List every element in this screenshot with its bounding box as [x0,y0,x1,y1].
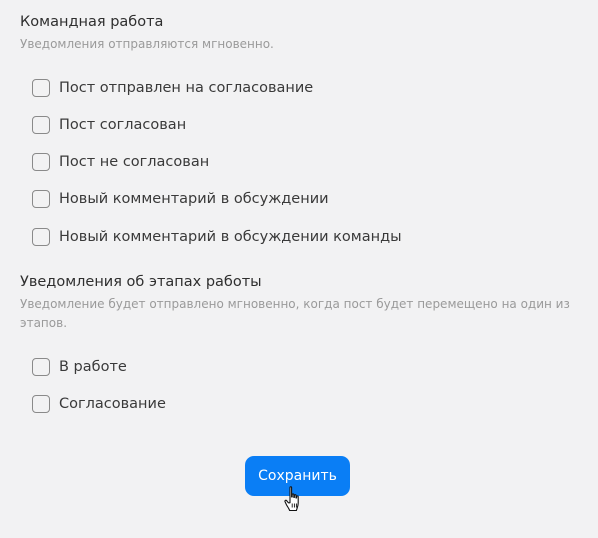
checkbox[interactable] [32,153,50,171]
option-label: Пост согласован [59,117,187,133]
hand-pointer-cursor-icon [284,486,299,512]
checkbox[interactable] [32,79,50,97]
option-post-sent-for-approval[interactable]: Пост отправлен на согласование [32,78,313,98]
option-label: Новый комментарий в обсуждении команды [59,229,402,245]
option-label: Пост не согласован [59,154,210,170]
option-new-team-comment[interactable]: Новый комментарий в обсуждении команды [32,227,402,247]
stages-section-subtitle: Уведомление будет отправлено мгновенно, … [20,297,570,330]
stages-section-title: Уведомления об этапах работы [20,274,262,290]
option-label: Согласование [59,396,166,412]
option-stage-in-progress[interactable]: В работе [32,357,127,377]
checkbox[interactable] [32,358,50,376]
option-post-not-approved[interactable]: Пост не согласован [32,152,209,172]
team-section-subtitle: Уведомления отправляются мгновенно. [20,37,274,51]
checkbox[interactable] [32,116,50,134]
option-post-approved[interactable]: Пост согласован [32,115,186,135]
checkbox[interactable] [32,190,50,208]
option-new-comment[interactable]: Новый комментарий в обсуждении [32,189,329,209]
team-section-title: Командная работа [20,14,164,30]
option-label: Пост отправлен на согласование [59,80,314,96]
checkbox[interactable] [32,228,50,246]
option-label: В работе [59,359,127,375]
option-label: Новый комментарий в обсуждении [59,191,329,207]
option-stage-approval[interactable]: Согласование [32,394,166,414]
notification-settings-page: Командная работа Уведомления отправляютс… [0,0,598,538]
checkbox[interactable] [32,395,50,413]
